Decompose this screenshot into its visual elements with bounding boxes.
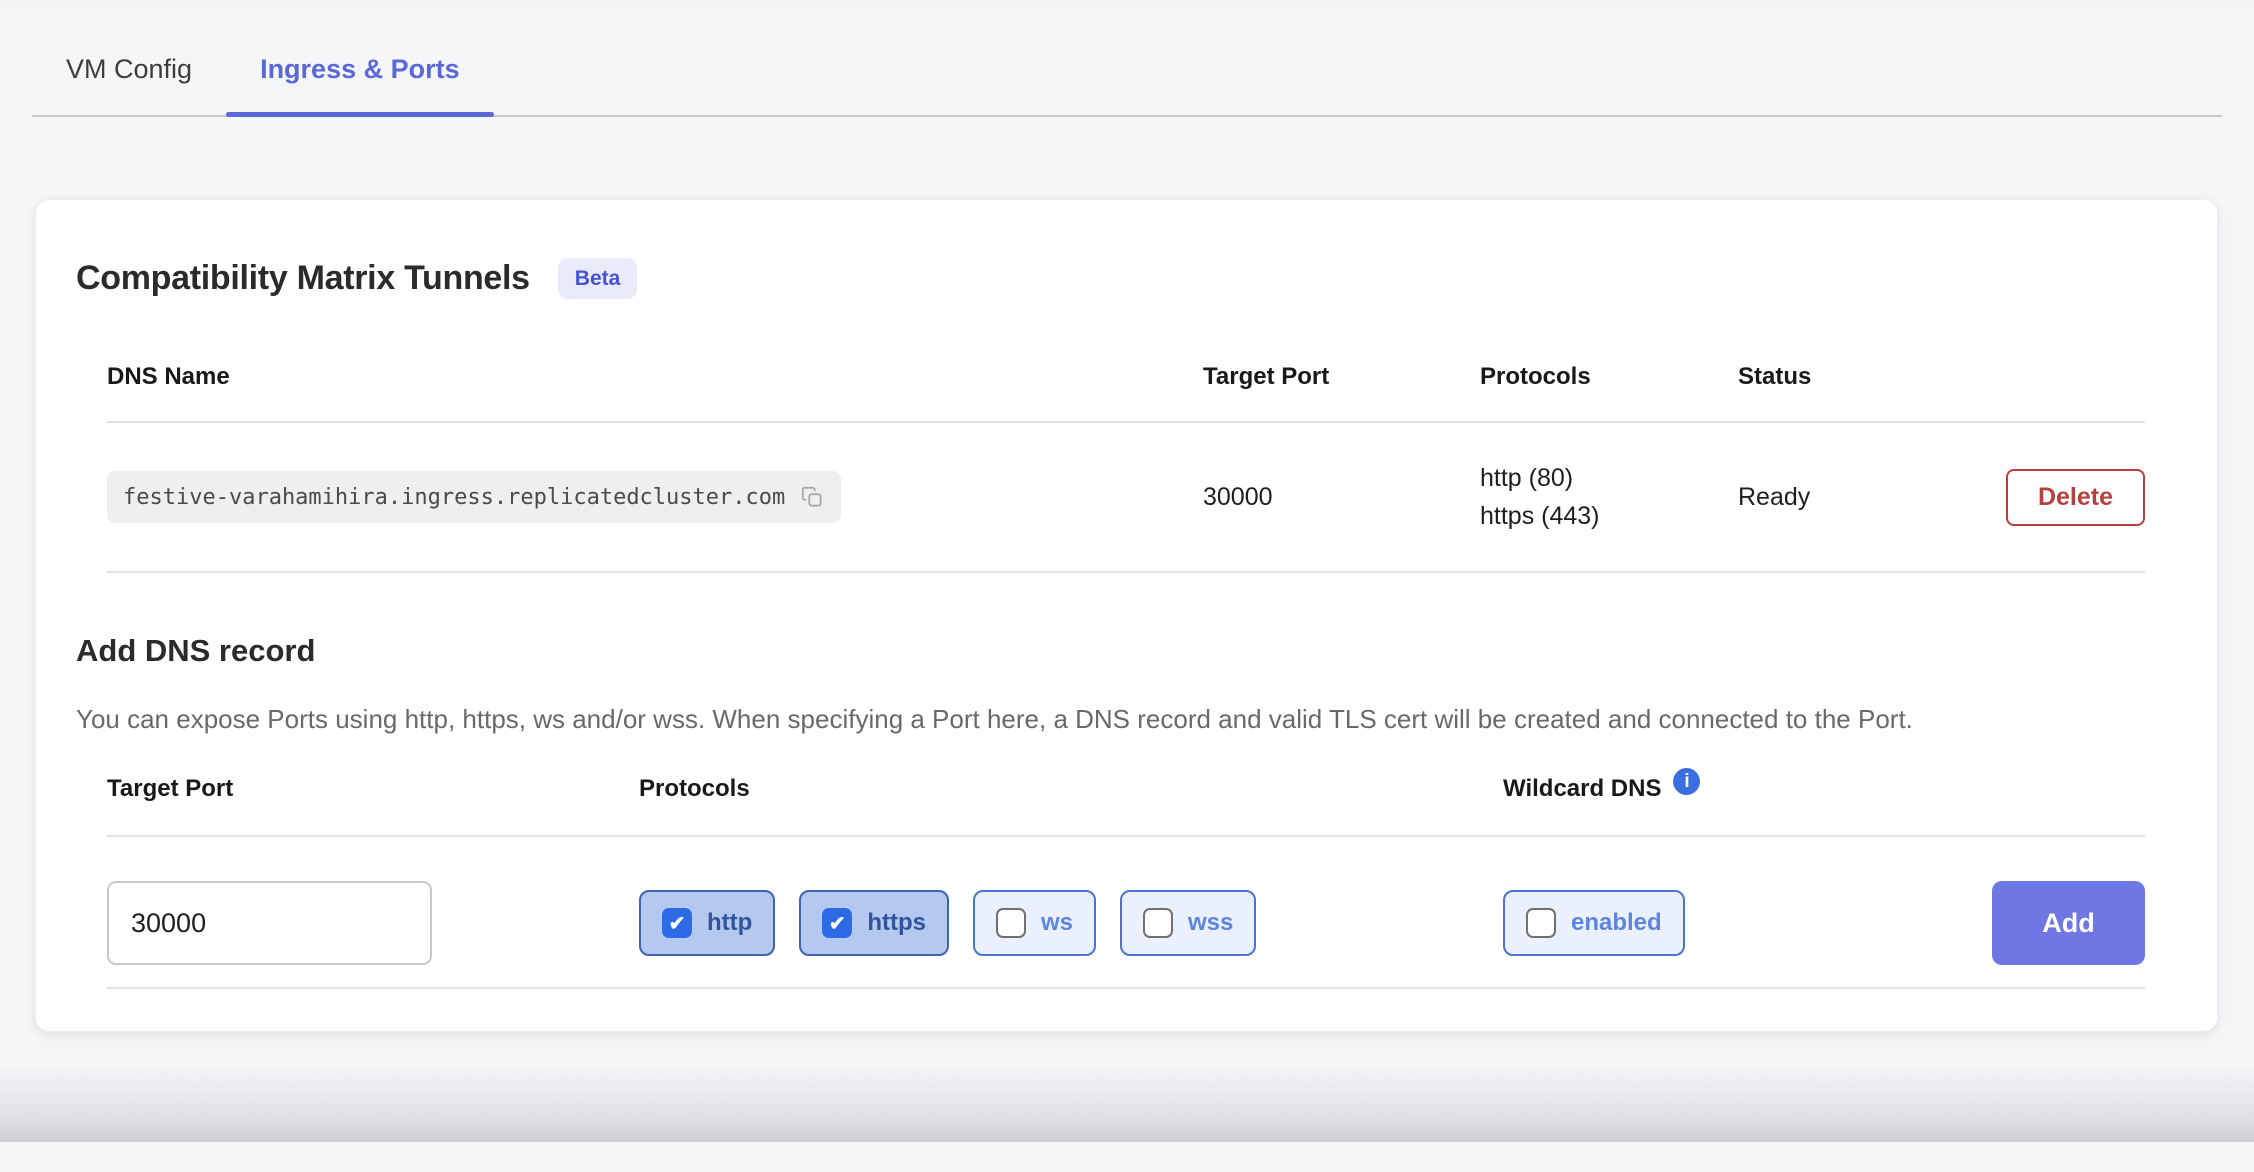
https-checkbox[interactable] (822, 908, 852, 938)
protocol-checkbox-http[interactable]: http (639, 890, 775, 956)
http-checkbox-label: http (707, 909, 752, 937)
beta-badge: Beta (558, 258, 638, 299)
tab-bar: VM Config Ingress & Ports (32, 30, 2222, 117)
protocol-checkbox-wss[interactable]: wss (1120, 890, 1256, 956)
add-dns-record-heading: Add DNS record (76, 633, 2177, 669)
table-header-row: DNS Name Target Port Protocols Status (107, 327, 2145, 423)
status-cell: Ready (1738, 483, 1991, 512)
protocol-entry-https: https (443) (1480, 497, 1738, 535)
actions-cell: Delete (1991, 469, 2145, 526)
dns-name-chip: festive-varahamihira.ingress.replicatedc… (107, 471, 841, 523)
tab-ingress-ports[interactable]: Ingress & Ports (226, 30, 494, 115)
info-icon[interactable]: i (1673, 768, 1700, 795)
ws-checkbox-label: ws (1041, 909, 1073, 937)
protocols-label: Protocols (639, 775, 1503, 803)
form-inputs-row: http https ws wss enabled (107, 837, 2145, 989)
wildcard-dns-cell: enabled (1503, 890, 1992, 956)
tunnels-table: DNS Name Target Port Protocols Status fe… (76, 327, 2177, 573)
tab-vm-config[interactable]: VM Config (32, 30, 226, 115)
dns-name-value: festive-varahamihira.ingress.replicatedc… (123, 485, 785, 510)
add-button-cell: Add (1992, 881, 2145, 965)
protocol-checkbox-ws[interactable]: ws (973, 890, 1096, 956)
enabled-checkbox[interactable] (1526, 908, 1556, 938)
panel-title-row: Compatibility Matrix Tunnels Beta (76, 258, 2177, 299)
http-checkbox[interactable] (662, 908, 692, 938)
table-row: festive-varahamihira.ingress.replicatedc… (107, 423, 2145, 573)
panel-title: Compatibility Matrix Tunnels (76, 259, 530, 298)
protocol-entry-http: http (80) (1480, 459, 1738, 497)
dns-name-cell: festive-varahamihira.ingress.replicatedc… (107, 471, 1203, 523)
https-checkbox-label: https (867, 909, 926, 937)
protocols-cell: http (80) https (443) (1480, 459, 1738, 535)
protocol-checkbox-https[interactable]: https (799, 890, 949, 956)
target-port-label: Target Port (107, 775, 639, 803)
add-dns-form: Target Port Protocols Wildcard DNS i htt… (76, 775, 2177, 989)
wildcard-dns-label: Wildcard DNS (1503, 775, 1661, 803)
enabled-checkbox-label: enabled (1571, 909, 1662, 937)
ws-checkbox[interactable] (996, 908, 1026, 938)
target-port-input[interactable] (107, 881, 432, 965)
column-header-protocols: Protocols (1480, 363, 1738, 391)
add-button[interactable]: Add (1992, 881, 2145, 965)
column-header-target-port: Target Port (1203, 363, 1480, 391)
tunnels-panel: Compatibility Matrix Tunnels Beta DNS Na… (35, 199, 2218, 1032)
wildcard-enabled-checkbox-chip[interactable]: enabled (1503, 890, 1685, 956)
form-labels-row: Target Port Protocols Wildcard DNS i (107, 775, 2145, 837)
add-dns-record-description: You can expose Ports using http, https, … (76, 699, 2066, 739)
delete-button[interactable]: Delete (2006, 469, 2145, 526)
column-header-dns-name: DNS Name (107, 363, 1203, 391)
copy-icon[interactable] (799, 484, 825, 510)
column-header-status: Status (1738, 363, 1991, 391)
protocol-checkbox-group: http https ws wss (639, 890, 1503, 956)
target-port-input-cell (107, 881, 639, 965)
wildcard-dns-label-group: Wildcard DNS i (1503, 775, 2145, 803)
wss-checkbox-label: wss (1188, 909, 1233, 937)
target-port-cell: 30000 (1203, 483, 1480, 512)
wss-checkbox[interactable] (1143, 908, 1173, 938)
